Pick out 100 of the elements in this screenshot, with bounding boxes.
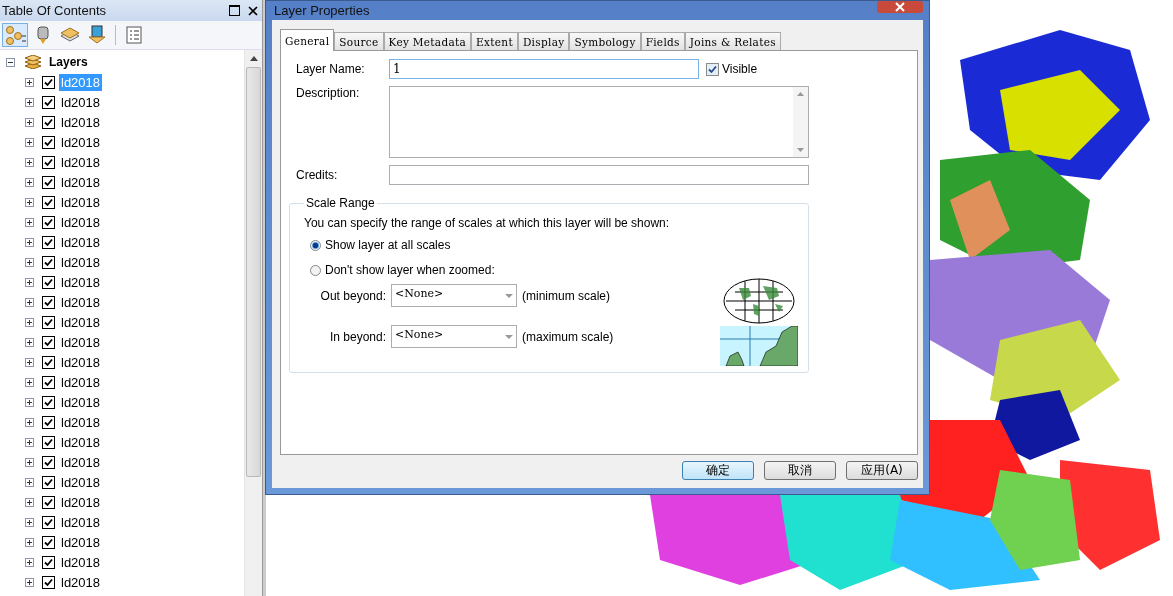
- expand-icon[interactable]: [25, 437, 34, 447]
- layer-checkbox[interactable]: [42, 535, 55, 549]
- layer-checkbox[interactable]: [42, 75, 55, 89]
- expand-icon[interactable]: [25, 537, 34, 547]
- layer-item[interactable]: ld2018: [59, 433, 103, 451]
- layer-checkbox[interactable]: [42, 315, 55, 329]
- layer-checkbox[interactable]: [42, 235, 55, 249]
- expand-icon[interactable]: [25, 417, 34, 427]
- dropdown-arrow-icon[interactable]: [505, 293, 513, 298]
- radio-label[interactable]: Show layer at all scales: [325, 238, 451, 252]
- layer-checkbox[interactable]: [42, 95, 55, 109]
- layer-item[interactable]: ld2018: [59, 273, 103, 291]
- layer-checkbox[interactable]: [42, 175, 55, 189]
- layer-item[interactable]: ld2018: [59, 413, 103, 431]
- layer-item[interactable]: ld2018: [59, 193, 103, 211]
- expand-icon[interactable]: [25, 277, 34, 287]
- layer-checkbox[interactable]: [42, 335, 55, 349]
- layer-item[interactable]: ld2018: [59, 133, 103, 151]
- layer-item[interactable]: ld2018: [59, 313, 103, 331]
- layer-item[interactable]: ld2018: [59, 373, 103, 391]
- expand-icon[interactable]: [25, 177, 34, 187]
- layer-checkbox[interactable]: [42, 495, 55, 509]
- layer-item[interactable]: ld2018: [59, 453, 103, 471]
- layer-checkbox[interactable]: [42, 475, 55, 489]
- expand-icon[interactable]: [25, 117, 34, 127]
- layer-item[interactable]: ld2018: [59, 473, 103, 491]
- expand-icon[interactable]: [25, 297, 34, 307]
- tab[interactable]: Source: [334, 32, 384, 50]
- layer-item[interactable]: ld2018: [59, 493, 103, 511]
- maximize-icon[interactable]: [229, 5, 240, 16]
- expand-icon[interactable]: [25, 457, 34, 467]
- scroll-up-icon[interactable]: [249, 56, 258, 61]
- layer-checkbox[interactable]: [42, 155, 55, 169]
- scrollbar[interactable]: [244, 50, 262, 596]
- expand-icon[interactable]: [25, 517, 34, 527]
- expand-icon[interactable]: [25, 477, 34, 487]
- layer-item[interactable]: ld2018: [59, 93, 103, 111]
- layer-item[interactable]: ld2018: [59, 173, 103, 191]
- layer-item[interactable]: ld2018: [59, 333, 103, 351]
- layer-checkbox[interactable]: [42, 575, 55, 589]
- dialog-button[interactable]: 取消: [764, 461, 836, 480]
- expand-icon[interactable]: [25, 317, 34, 327]
- layer-item[interactable]: ld2018: [59, 213, 103, 231]
- tab[interactable]: General: [280, 29, 335, 51]
- expand-icon[interactable]: [25, 137, 34, 147]
- layer-checkbox[interactable]: [42, 275, 55, 289]
- radio-button[interactable]: [310, 264, 321, 276]
- expand-icon[interactable]: [25, 237, 34, 247]
- radio-label[interactable]: Don't show layer when zoomed:: [325, 263, 495, 277]
- tab[interactable]: Fields: [640, 32, 685, 50]
- description-field[interactable]: [389, 86, 809, 158]
- scrollbar[interactable]: [793, 87, 808, 157]
- layer-item[interactable]: ld2018: [59, 573, 103, 591]
- tab[interactable]: Key Metadata: [383, 32, 472, 50]
- layer-item[interactable]: ld2018: [59, 533, 103, 551]
- layer-checkbox[interactable]: [42, 395, 55, 409]
- close-icon[interactable]: [248, 5, 258, 16]
- expand-icon[interactable]: [25, 77, 34, 87]
- radio-button[interactable]: [310, 239, 321, 251]
- layer-item[interactable]: ld2018: [59, 293, 103, 311]
- dialog-button[interactable]: 应用(A): [846, 461, 918, 480]
- expand-icon[interactable]: [25, 557, 34, 567]
- layer-item[interactable]: ld2018: [59, 353, 103, 371]
- expand-icon[interactable]: [25, 197, 34, 207]
- expand-icon[interactable]: [25, 377, 34, 387]
- layer-name-field[interactable]: 1: [389, 59, 699, 79]
- expand-icon[interactable]: [25, 357, 34, 367]
- layer-checkbox[interactable]: [42, 515, 55, 529]
- expand-icon[interactable]: [25, 257, 34, 267]
- expand-icon[interactable]: [25, 397, 34, 407]
- tree-root-label[interactable]: Layers: [49, 55, 88, 69]
- collapse-icon[interactable]: [6, 57, 15, 67]
- layer-checkbox[interactable]: [42, 255, 55, 269]
- expand-icon[interactable]: [25, 577, 34, 587]
- layer-checkbox[interactable]: [42, 215, 55, 229]
- tab[interactable]: Extent: [471, 32, 518, 50]
- scroll-down-icon[interactable]: [797, 148, 804, 152]
- scale-dropdown[interactable]: <None>: [391, 325, 517, 348]
- layer-checkbox[interactable]: [42, 295, 55, 309]
- expand-icon[interactable]: [25, 217, 34, 227]
- list-by-drawing-order-icon[interactable]: [2, 23, 28, 47]
- layer-checkbox[interactable]: [42, 435, 55, 449]
- dialog-button[interactable]: 确定: [682, 461, 754, 480]
- layer-checkbox[interactable]: [42, 455, 55, 469]
- expand-icon[interactable]: [25, 157, 34, 167]
- layer-checkbox[interactable]: [42, 355, 55, 369]
- expand-icon[interactable]: [25, 337, 34, 347]
- expand-icon[interactable]: [25, 497, 34, 507]
- layer-item[interactable]: ld2018: [59, 253, 103, 271]
- layer-item[interactable]: ld2018: [59, 393, 103, 411]
- layer-checkbox[interactable]: [42, 415, 55, 429]
- layer-item[interactable]: ld2018: [59, 553, 103, 571]
- layer-checkbox[interactable]: [42, 375, 55, 389]
- layer-item[interactable]: ld2018: [59, 153, 103, 171]
- layer-item[interactable]: ld2018: [59, 513, 103, 531]
- visible-checkbox[interactable]: [706, 62, 719, 76]
- layer-checkbox[interactable]: [42, 555, 55, 569]
- expand-icon[interactable]: [25, 97, 34, 107]
- credits-field[interactable]: [389, 165, 809, 185]
- layer-checkbox[interactable]: [42, 115, 55, 129]
